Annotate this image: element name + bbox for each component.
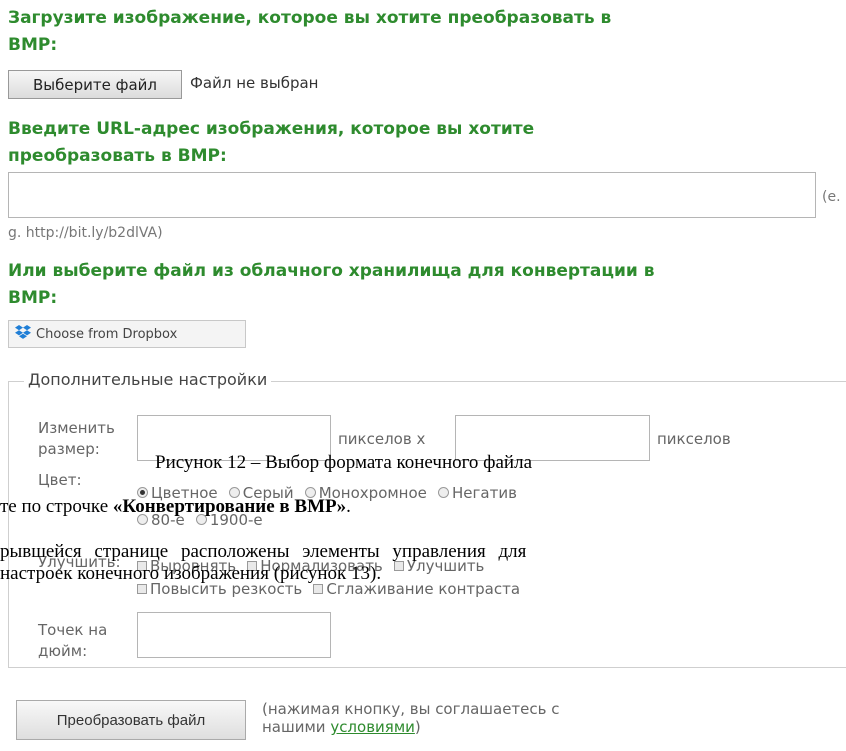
no-file-label: Файл не выбран <box>190 74 319 92</box>
convert-note-line1: (нажимая кнопку, вы соглашаетесь с <box>262 700 560 718</box>
doc-line-2: рывшейся странице расположены элементы у… <box>0 541 527 562</box>
doc-line-1-prefix: те по строчке <box>0 496 113 517</box>
dropbox-icon <box>14 324 32 344</box>
pixels-label: пикселов <box>657 430 731 448</box>
cloud-title: Или выберите файл из облачного хранилища… <box>8 258 838 312</box>
dpi-label-line1: Точек на <box>38 621 108 639</box>
doc-line-1-bold: «Конвертирование в BMP» <box>112 496 347 517</box>
convert-button[interactable]: Преобразовать файл <box>16 700 246 740</box>
convert-note: (нажимая кнопку, вы соглашаетесь с нашим… <box>262 700 560 736</box>
checkbox-icon <box>137 584 147 594</box>
url-hint-prefix: (e. <box>822 189 841 205</box>
terms-link[interactable]: условиями <box>330 718 415 736</box>
resize-label-line2: размер: <box>38 440 100 458</box>
cloud-title-line1: Или выберите файл из облачного хранилища… <box>8 261 655 281</box>
dropbox-button-label: Choose from Dropbox <box>36 326 178 342</box>
convert-note-line2: нашими условиями) <box>262 718 421 736</box>
dpi-input[interactable] <box>137 612 331 658</box>
checkbox-icon <box>313 584 324 594</box>
color-option-negative[interactable]: Негатив <box>438 484 517 502</box>
url-hint-example: g. http://bit.ly/b2dlVA) <box>8 225 163 241</box>
upload-title: Загрузите изображение, которое вы хотите… <box>8 5 838 59</box>
url-title-line2: преобразовать в BMP: <box>8 146 227 166</box>
resize-label-line1: Изменить <box>38 419 115 437</box>
url-input[interactable] <box>8 172 816 218</box>
url-title-line1: Введите URL-адрес изображения, которое в… <box>8 119 535 139</box>
url-title: Введите URL-адрес изображения, которое в… <box>8 116 838 170</box>
doc-line-1-suffix: . <box>346 496 351 517</box>
pixels-x-label: пикселов x <box>338 430 426 448</box>
dropbox-button[interactable]: Choose from Dropbox <box>8 320 246 348</box>
radio-icon <box>438 487 449 498</box>
choose-file-button[interactable]: Выберите файл <box>8 70 182 99</box>
resize-label: Изменить размер: <box>38 418 115 460</box>
doc-line-3: настроек конечного изображения (рисунок … <box>0 563 382 584</box>
color-label: Цвет: <box>38 471 82 489</box>
cloud-title-line2: BMP: <box>8 288 58 308</box>
upload-title-line2: BMP: <box>8 35 58 55</box>
dpi-label-line2: дюйм: <box>38 642 88 660</box>
settings-legend: Дополнительные настройки <box>24 370 272 389</box>
doc-line-1: те по строчке «Конвертирование в BMP». <box>0 496 351 518</box>
dpi-label: Точек на дюйм: <box>38 620 107 662</box>
upload-title-line1: Загрузите изображение, которое вы хотите… <box>8 8 612 28</box>
figure-caption: Рисунок 12 – Выбор формата конечного фай… <box>155 452 533 473</box>
